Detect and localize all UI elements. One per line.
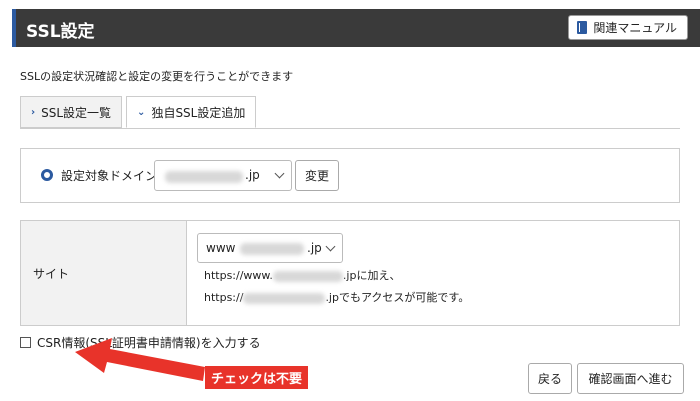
confirm-button[interactable]: 確認画面へ進む (577, 363, 684, 394)
annotation-arrow (75, 338, 205, 381)
annotation-arrow-shape (75, 338, 205, 381)
back-button[interactable]: 戻る (528, 363, 572, 394)
annotation-callout: チェックは不要 (205, 366, 309, 389)
